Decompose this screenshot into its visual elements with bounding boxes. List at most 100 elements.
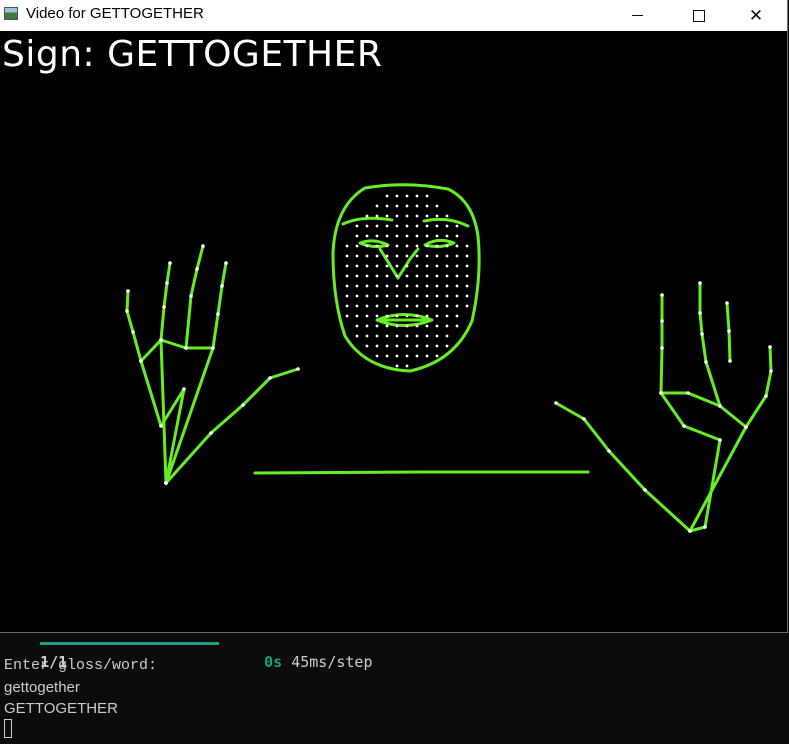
face-landmark-dot: [395, 224, 399, 228]
face-landmark-dot: [405, 264, 409, 268]
minimize-icon: [631, 15, 643, 16]
face-landmark-dot: [375, 254, 379, 258]
left-hand-landmark: [165, 281, 169, 285]
text-cursor[interactable]: [4, 719, 12, 738]
face-landmark-dot: [435, 284, 439, 288]
face-landmark-dot: [345, 284, 349, 288]
face-landmark-dot: [435, 264, 439, 268]
face-landmark-dot: [405, 354, 409, 358]
face-landmark-dot: [405, 314, 409, 318]
maximize-button[interactable]: [676, 0, 722, 31]
face-landmark-dot: [375, 204, 379, 208]
right-hand-landmark: [768, 345, 772, 349]
face-landmark-dot: [445, 334, 449, 338]
face-landmark-dot: [425, 234, 429, 238]
left-hand-landmark: [211, 346, 215, 350]
output-line: GETTOGETHER: [4, 700, 118, 717]
face-landmark-dot: [465, 304, 469, 308]
progress-bar: [40, 642, 219, 645]
face-landmark-dot: [415, 354, 419, 358]
left-hand-landmark: [125, 309, 129, 313]
face-landmark-dot: [395, 194, 399, 198]
face-landmark-dot: [365, 264, 369, 268]
face-landmark-dot: [365, 214, 369, 218]
face-landmark-dot: [385, 294, 389, 298]
face-landmark-dot: [415, 194, 419, 198]
face-landmark-dot: [415, 284, 419, 288]
left-hand-landmark: [131, 330, 135, 334]
face-landmark-dot: [445, 264, 449, 268]
right-hand-landmark: [643, 488, 647, 492]
face-landmark-dot: [365, 244, 369, 248]
terminal-panel[interactable]: 1/1 0s 45ms/step Enter gloss/word: getto…: [0, 633, 789, 744]
left-hand-landmark: [241, 403, 245, 407]
face-landmark-dot: [455, 244, 459, 248]
right-hand-landmark: [703, 525, 707, 529]
face-landmark-dot: [415, 224, 419, 228]
face-landmark-dot: [455, 274, 459, 278]
close-button[interactable]: ✕: [733, 0, 779, 31]
face-landmark-dot: [385, 254, 389, 258]
face-landmark-dot: [365, 314, 369, 318]
face-landmark-dot: [405, 194, 409, 198]
face-landmark-dot: [415, 204, 419, 208]
face-landmark-dot: [365, 254, 369, 258]
face-landmark-dot: [405, 334, 409, 338]
left-hand-landmark: [182, 387, 186, 391]
left-hand-landmark: [139, 359, 143, 363]
face-landmark-dot: [455, 284, 459, 288]
left-hand-landmark: [126, 289, 130, 293]
right-hand-landmark: [686, 391, 690, 395]
title-bar[interactable]: Video for GETTOGETHER ✕: [0, 0, 787, 31]
face-landmark-dot: [415, 294, 419, 298]
face-landmark-dot: [445, 214, 449, 218]
face-mesh: [253, 183, 590, 475]
face-landmark-dot: [375, 344, 379, 348]
face-landmark-dot: [415, 304, 419, 308]
face-landmark-dot: [355, 304, 359, 308]
face-landmark-dot: [375, 314, 379, 318]
face-landmark-dot: [395, 244, 399, 248]
step-rate: 45ms/step: [291, 653, 373, 671]
left-hand-bone-chain: [184, 244, 205, 350]
right-hand-landmark: [660, 293, 664, 297]
face-landmark-dot: [395, 304, 399, 308]
right-hand-bone-chain: [659, 293, 664, 395]
face-landmark-dot: [435, 354, 439, 358]
right-eyebrow: [422, 217, 470, 228]
face-landmark-dot: [465, 254, 469, 258]
face-landmark-dot: [455, 224, 459, 228]
face-landmark-dot: [445, 344, 449, 348]
face-landmark-dot: [445, 244, 449, 248]
left-hand-landmark: [224, 261, 228, 265]
right-hand-landmark: [660, 346, 664, 350]
face-landmark-dot: [405, 214, 409, 218]
left-hand-landmark: [159, 424, 163, 428]
left-hand-bone-chain: [125, 289, 143, 363]
face-landmark-dot: [375, 274, 379, 278]
left-hand-landmark: [164, 481, 168, 485]
right-hand-landmark: [660, 319, 664, 323]
face-landmark-dot: [355, 334, 359, 338]
maximize-icon: [693, 9, 705, 22]
right-hand-landmark: [698, 281, 702, 285]
right-hand-landmark: [744, 425, 748, 429]
face-landmark-dot: [345, 294, 349, 298]
face-landmark-dot: [415, 264, 419, 268]
left-hand-landmark: [159, 338, 163, 342]
pose-skeleton: [125, 183, 773, 533]
left-eye: [358, 239, 390, 249]
minimize-button[interactable]: [614, 0, 660, 31]
face-landmark-dot: [425, 344, 429, 348]
face-landmark-dot: [425, 204, 429, 208]
face-landmark-dot: [345, 264, 349, 268]
face-landmark-dot: [425, 264, 429, 268]
right-hand-bone-chain: [659, 391, 722, 533]
prompt-line: Enter gloss/word:: [4, 657, 158, 674]
face-landmark-dot: [435, 234, 439, 238]
hand-skeletons: [125, 244, 773, 533]
face-landmark-dot: [385, 324, 389, 328]
face-landmark-dot: [375, 264, 379, 268]
face-landmark-dot: [455, 324, 459, 328]
face-landmark-dot: [385, 304, 389, 308]
